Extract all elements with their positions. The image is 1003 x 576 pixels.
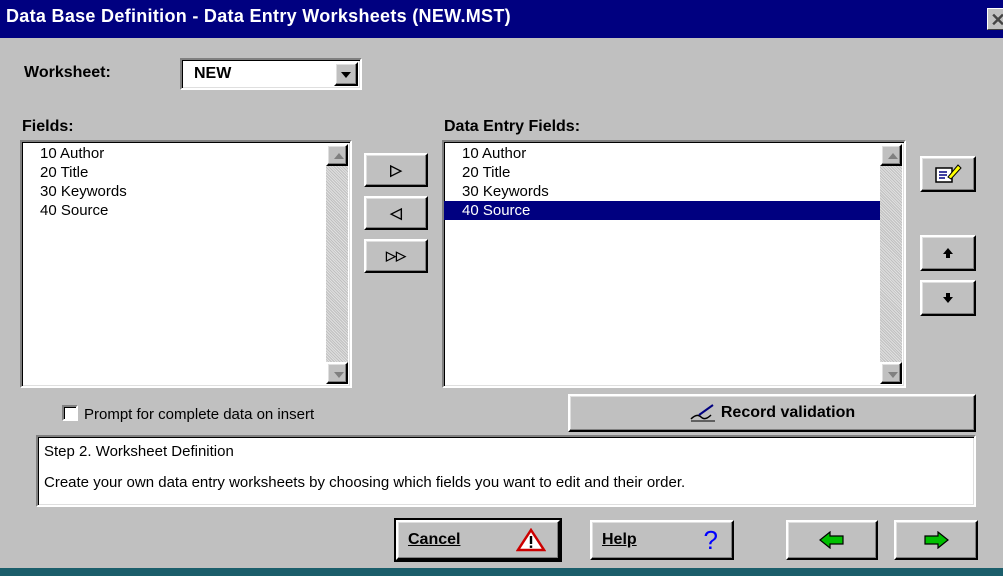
cancel-label: Cancel (408, 531, 461, 548)
arrow-up-icon (334, 153, 344, 159)
back-button[interactable] (786, 520, 878, 560)
add-all-fields-button[interactable]: ▷▷ (364, 239, 428, 273)
warning-icon (516, 528, 546, 552)
data-entry-fields-label: Data Entry Fields: (444, 118, 581, 135)
window-title: Data Base Definition - Data Entry Worksh… (6, 6, 511, 26)
list-item[interactable]: 30 Keywords (444, 182, 880, 201)
arrow-down-icon (943, 293, 953, 303)
signature-pen-icon (690, 404, 715, 422)
scroll-up-button[interactable] (880, 144, 902, 166)
remove-field-button[interactable]: ◁ (364, 196, 428, 230)
worksheet-value: NEW (194, 65, 232, 82)
help-button[interactable]: Help ? (590, 520, 734, 560)
add-field-button[interactable]: ▷ (364, 153, 428, 187)
bottom-edge (0, 568, 1003, 576)
scroll-down-button[interactable] (880, 362, 902, 384)
list-item[interactable]: 30 Keywords (22, 182, 350, 201)
arrow-down-icon (334, 372, 344, 378)
data-entry-fields-scrollbar[interactable] (880, 144, 902, 384)
data-entry-fields-listbox[interactable]: 10 Author 20 Title 30 Keywords 40 Source (442, 140, 906, 388)
record-validation-label: Record validation (720, 404, 856, 421)
chevron-down-icon (341, 72, 351, 78)
worksheet-dropdown-button[interactable] (334, 62, 358, 86)
question-mark-icon: ? (703, 524, 718, 555)
list-item[interactable]: 10 Author (444, 144, 880, 163)
prompt-checkbox[interactable] (62, 405, 78, 421)
scroll-down-button[interactable] (326, 362, 348, 384)
fields-label: Fields: (22, 118, 74, 135)
worksheet-select[interactable]: NEW (180, 58, 362, 90)
step-description: Create your own data entry worksheets by… (44, 474, 686, 491)
list-item[interactable]: 20 Title (22, 163, 350, 182)
arrow-left-icon (819, 531, 844, 549)
list-item-selected[interactable]: 40 Source (444, 201, 880, 220)
step-title: Step 2. Worksheet Definition (44, 443, 234, 460)
title-bar: Data Base Definition - Data Entry Worksh… (0, 0, 1003, 38)
arrow-up-icon (888, 153, 898, 159)
record-validation-button[interactable]: Record validation (568, 394, 976, 432)
edit-document-icon (935, 164, 962, 183)
arrow-right-icon (924, 531, 949, 549)
arrow-down-icon (888, 372, 898, 378)
list-item[interactable]: 10 Author (22, 144, 350, 163)
cancel-button[interactable]: Cancel (394, 518, 562, 562)
close-icon[interactable]: ✕ (987, 8, 1003, 30)
arrow-up-icon (943, 248, 953, 258)
move-up-button[interactable] (920, 235, 976, 271)
description-panel: Step 2. Worksheet Definition Create your… (36, 435, 976, 507)
worksheet-label: Worksheet: (24, 64, 111, 81)
fields-listbox[interactable]: 10 Author 20 Title 30 Keywords 40 Source (20, 140, 352, 388)
next-button[interactable] (894, 520, 978, 560)
list-item[interactable]: 20 Title (444, 163, 880, 182)
edit-field-button[interactable] (920, 156, 976, 192)
help-label: Help (602, 531, 637, 548)
list-item[interactable]: 40 Source (22, 201, 350, 220)
prompt-checkbox-label: Prompt for complete data on insert (84, 406, 315, 423)
move-down-button[interactable] (920, 280, 976, 316)
fields-scrollbar[interactable] (326, 144, 348, 384)
scroll-up-button[interactable] (326, 144, 348, 166)
dialog-body: Worksheet: NEW Fields: 10 Author 20 Titl… (0, 38, 1003, 568)
